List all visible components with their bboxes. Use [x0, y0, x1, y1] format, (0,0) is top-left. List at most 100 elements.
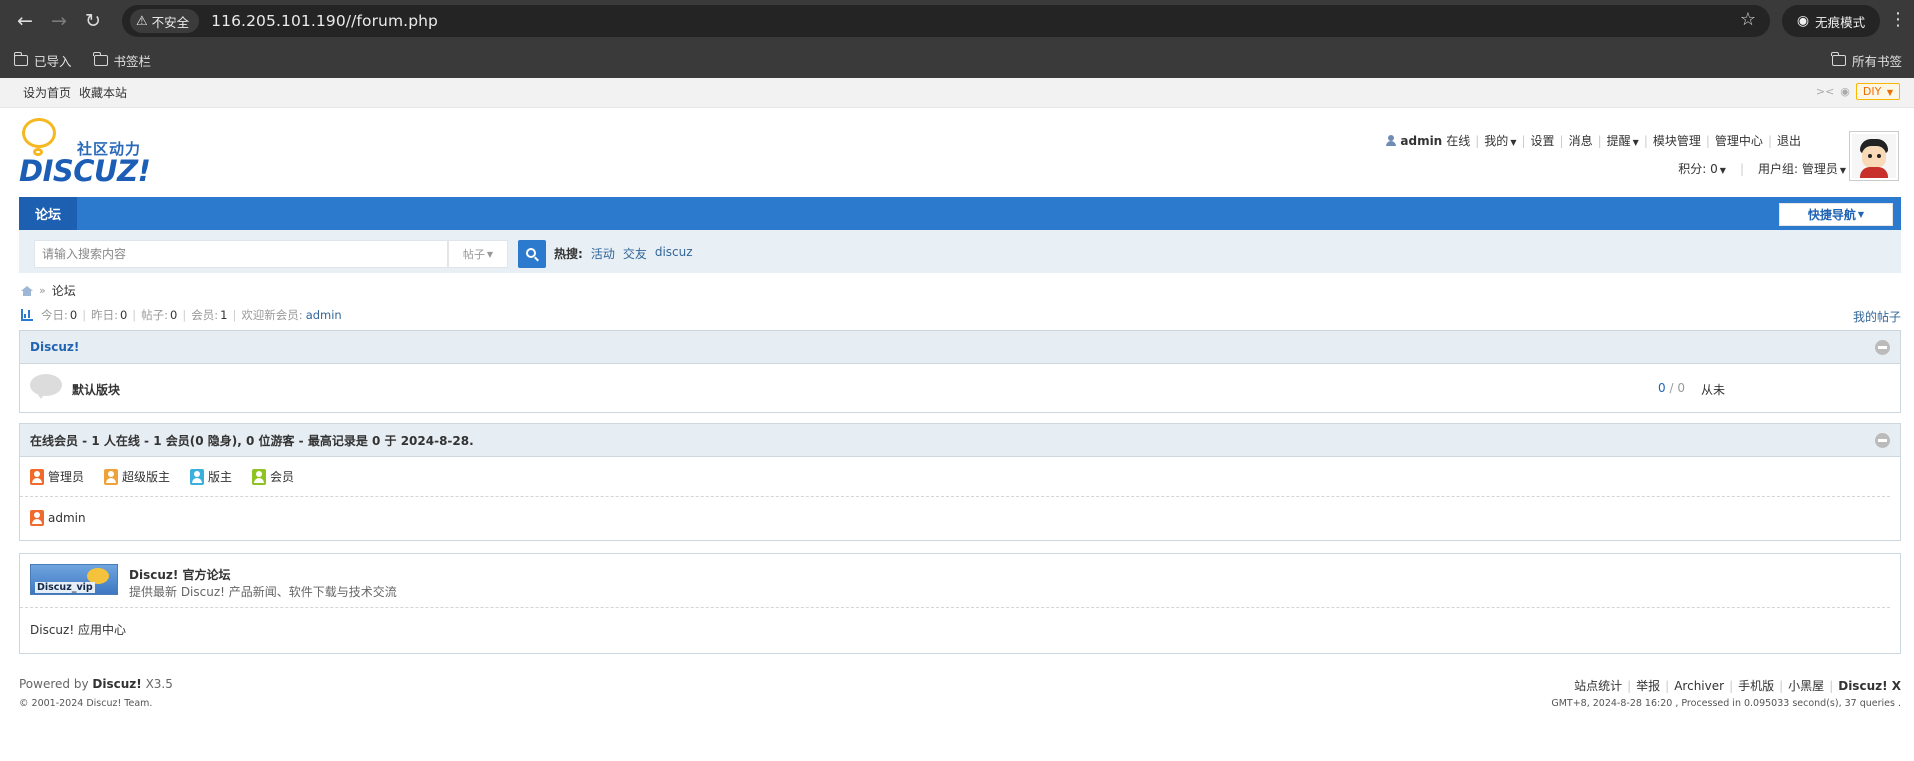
- security-indicator[interactable]: ⚠ 不安全: [130, 9, 200, 33]
- switch-width-icon[interactable]: ><: [1816, 85, 1834, 98]
- admin-user-icon: [30, 510, 44, 526]
- notifications-menu[interactable]: 提醒 ▼: [1607, 132, 1639, 149]
- forum-thread-count: 0: [1658, 381, 1666, 395]
- divider: |: [232, 308, 237, 322]
- footer-brand-link[interactable]: Discuz! X: [1838, 679, 1901, 693]
- friend-link-title[interactable]: Discuz! 官方论坛: [129, 566, 231, 583]
- stat-members-label: 会员:: [191, 308, 219, 322]
- user-meta: 积分: 0 ▼ | 用户组: 管理员 ▼: [1678, 160, 1846, 177]
- chevron-down-icon: ▼: [1857, 210, 1865, 219]
- bubble-shape: [30, 374, 62, 396]
- category-title[interactable]: Discuz!: [30, 340, 79, 354]
- stat-posts-label: 帖子:: [141, 308, 169, 322]
- legend-mod: 版主: [190, 468, 232, 485]
- stat-today-label: 今日:: [41, 308, 68, 322]
- app-center-link[interactable]: Discuz! 应用中心: [20, 608, 1900, 650]
- bookmark-folder-bar[interactable]: 书签栏: [93, 51, 151, 70]
- logo-bubble: [22, 118, 56, 148]
- member-legend: 管理员 超级版主 版主 会员: [20, 457, 1890, 497]
- module-manage-link[interactable]: 模块管理: [1653, 132, 1701, 149]
- back-icon[interactable]: ←: [8, 4, 42, 38]
- version-label: X3.5: [145, 677, 173, 691]
- newest-member-link[interactable]: admin: [306, 308, 342, 322]
- url-text[interactable]: 116.205.101.190//forum.php: [211, 12, 438, 30]
- legend-admin: 管理员: [30, 468, 84, 485]
- logo-wordmark: DISCUZ!: [19, 154, 151, 188]
- search-button[interactable]: [518, 240, 546, 268]
- diy-button[interactable]: DIY ▼: [1855, 83, 1900, 100]
- avatar-head: [1862, 146, 1886, 168]
- divider: |: [1627, 678, 1632, 693]
- settings-link[interactable]: 设置: [1531, 132, 1555, 149]
- collapse-icon[interactable]: [1875, 340, 1890, 355]
- discuz-vip-logo[interactable]: Discuz_vip: [30, 564, 118, 595]
- divider: |: [1597, 133, 1602, 148]
- credits-menu[interactable]: 积分: 0 ▼: [1678, 160, 1726, 177]
- friend-links-box: Discuz_vip Discuz! 官方论坛 提供最新 Discuz! 产品新…: [19, 553, 1901, 654]
- footer-link-report[interactable]: 举报: [1636, 677, 1660, 694]
- forward-icon[interactable]: →: [42, 4, 76, 38]
- search-icon: [526, 248, 536, 258]
- category-header: Discuz!: [20, 331, 1900, 364]
- quick-nav-button[interactable]: 快捷导航 ▼: [1779, 203, 1893, 226]
- divider: |: [1643, 133, 1648, 148]
- incognito-indicator[interactable]: ◉ 无痕模式: [1782, 5, 1880, 37]
- online-status[interactable]: 在线: [1446, 132, 1470, 149]
- avatar[interactable]: [1849, 131, 1899, 181]
- friend-link-row: Discuz_vip Discuz! 官方论坛 提供最新 Discuz! 产品新…: [20, 554, 1890, 608]
- home-icon[interactable]: [21, 285, 33, 296]
- footer-powered: Powered by Discuz! X3.5: [19, 677, 173, 691]
- nav-tab-forum[interactable]: 论坛: [19, 197, 77, 230]
- bookmark-folder-imported[interactable]: 已导入: [13, 51, 72, 70]
- my-menu[interactable]: 我的 ▼: [1484, 132, 1516, 149]
- online-user-link[interactable]: admin: [48, 511, 86, 525]
- divider: |: [1729, 678, 1734, 693]
- hot-term[interactable]: discuz: [655, 245, 693, 262]
- online-header: 在线会员 - 1 人在线 - 1 会员(0 隐身), 0 位游客 - 最高记录是…: [20, 424, 1900, 457]
- footer-links: 站点统计 | 举报 | Archiver | 手机版 | 小黑屋 | Discu…: [1574, 677, 1901, 694]
- divider: |: [1521, 133, 1526, 148]
- product-link[interactable]: Discuz!: [92, 677, 141, 691]
- divider: |: [1705, 133, 1710, 148]
- site-logo[interactable]: 社区动力 DISCUZ!: [19, 118, 154, 188]
- chevron-down-icon: ▼: [1510, 138, 1517, 147]
- footer-link-stats[interactable]: 站点统计: [1574, 677, 1622, 694]
- address-bar[interactable]: ⚠ 不安全 116.205.101.190//forum.php ☆: [122, 5, 1770, 37]
- browser-menu-icon[interactable]: ⋮: [1888, 9, 1908, 30]
- username-link[interactable]: admin: [1400, 134, 1442, 148]
- logout-link[interactable]: 退出: [1777, 132, 1801, 149]
- user-group-menu[interactable]: 用户组: 管理员 ▼: [1758, 160, 1846, 177]
- bookmarks-bar: 已导入 书签栏 所有书签: [0, 42, 1914, 78]
- footer-link-mobile[interactable]: 手机版: [1738, 677, 1774, 694]
- bookmark-star-icon[interactable]: ☆: [1740, 9, 1756, 30]
- notifications-label: 提醒: [1606, 134, 1631, 148]
- powered-by-label: Powered by: [19, 677, 89, 691]
- divider: |: [1559, 133, 1564, 148]
- search-input[interactable]: [35, 241, 447, 267]
- topbar-tools: >< ◉ DIY ▼: [1816, 83, 1900, 100]
- divider: |: [1779, 678, 1784, 693]
- bookmark-label: 已导入: [34, 53, 72, 69]
- collapse-icon[interactable]: [1875, 433, 1890, 448]
- admin-center-link[interactable]: 管理中心: [1715, 132, 1763, 149]
- footer-link-blacklist[interactable]: 小黑屋: [1788, 677, 1824, 694]
- messages-link[interactable]: 消息: [1569, 132, 1593, 149]
- hot-term[interactable]: 活动: [591, 245, 615, 262]
- all-bookmarks[interactable]: 所有书签: [1831, 42, 1902, 78]
- avatar-image: [1852, 134, 1896, 178]
- user-group-label: 用户组: 管理员: [1757, 162, 1838, 176]
- stat-yesterday-label: 昨日:: [91, 308, 118, 322]
- forum-name-link[interactable]: 默认版块: [72, 381, 120, 398]
- footer-link-archiver[interactable]: Archiver: [1674, 679, 1724, 693]
- online-title[interactable]: 在线会员 - 1 人在线 - 1 会员(0 隐身), 0 位游客 - 最高记录是…: [30, 432, 474, 449]
- hot-term[interactable]: 交友: [623, 245, 647, 262]
- forum-last-post: 从未: [1701, 383, 1726, 397]
- palette-icon[interactable]: ◉: [1840, 85, 1850, 98]
- reload-icon[interactable]: ↻: [76, 4, 110, 38]
- bookmark-site-link[interactable]: 收藏本站: [79, 84, 127, 101]
- set-home-link[interactable]: 设为首页: [23, 84, 71, 101]
- search-type-select[interactable]: 帖子 ▼: [448, 240, 508, 268]
- chevron-down-icon: ▼: [1839, 166, 1846, 175]
- my-posts-link[interactable]: 我的帖子: [1853, 308, 1901, 325]
- legend-label: 超级版主: [122, 470, 171, 484]
